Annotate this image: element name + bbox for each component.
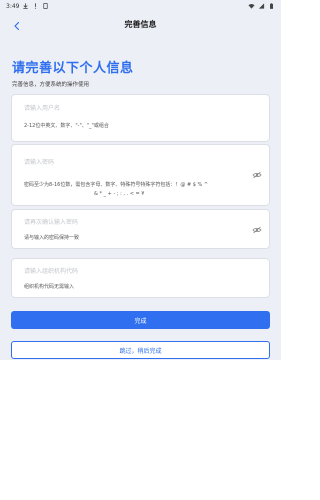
status-time: 3:49 [6,3,20,10]
status-icons-left [22,2,49,10]
password-input[interactable] [24,156,244,168]
password-confirm-hint: 请与输入的密码保持一致 [24,235,80,241]
alert-icon [34,3,37,9]
password-confirm-visibility-toggle[interactable] [251,225,263,235]
username-hint: 2-12位中英文、数字、"-"、"_"或组合 [24,123,109,129]
intro-subtitle: 完善信息，方便系统的操作使用 [12,82,90,88]
password-hint-line1: 密码至少为8-16位数，需包含字母、数字、特殊符号特殊字符包括：！@ # $ %… [24,182,209,188]
intro-title: 请完善以下个人信息 [12,61,134,76]
signal-icon [258,3,265,9]
battery-icon [270,3,273,9]
sim-icon [43,3,48,9]
org-code-card: 组织机构代码无需输入 [11,258,270,298]
username-input[interactable] [24,102,244,114]
app-header: 完善信息 [0,14,281,38]
password-confirm-input[interactable] [24,216,244,228]
password-confirm-card: 请与输入的密码保持一致 [11,209,270,249]
username-card: 2-12位中英文、数字、"-"、"_"或组合 [11,94,270,142]
download-icon [23,3,28,10]
eye-hidden-icon [252,226,262,234]
status-icons-right [248,2,275,10]
password-visibility-toggle[interactable] [251,170,263,180]
org-code-input[interactable] [24,265,244,277]
password-card: 密码至少为8-16位数，需包含字母、数字、特殊符号特殊字符包括：！@ # $ %… [11,144,270,206]
status-bar: 3:49 [0,0,281,14]
submit-button[interactable]: 完成 [11,311,270,329]
page-header-title: 完善信息 [124,20,157,29]
skip-button[interactable]: 跳过，稍后完成 [11,341,270,359]
password-hint-line2: & * _ + - ; : , . < = ¥ [94,191,145,197]
org-code-hint: 组织机构代码无需输入 [24,284,75,290]
eye-hidden-icon [252,171,262,179]
wifi-icon [248,4,255,9]
